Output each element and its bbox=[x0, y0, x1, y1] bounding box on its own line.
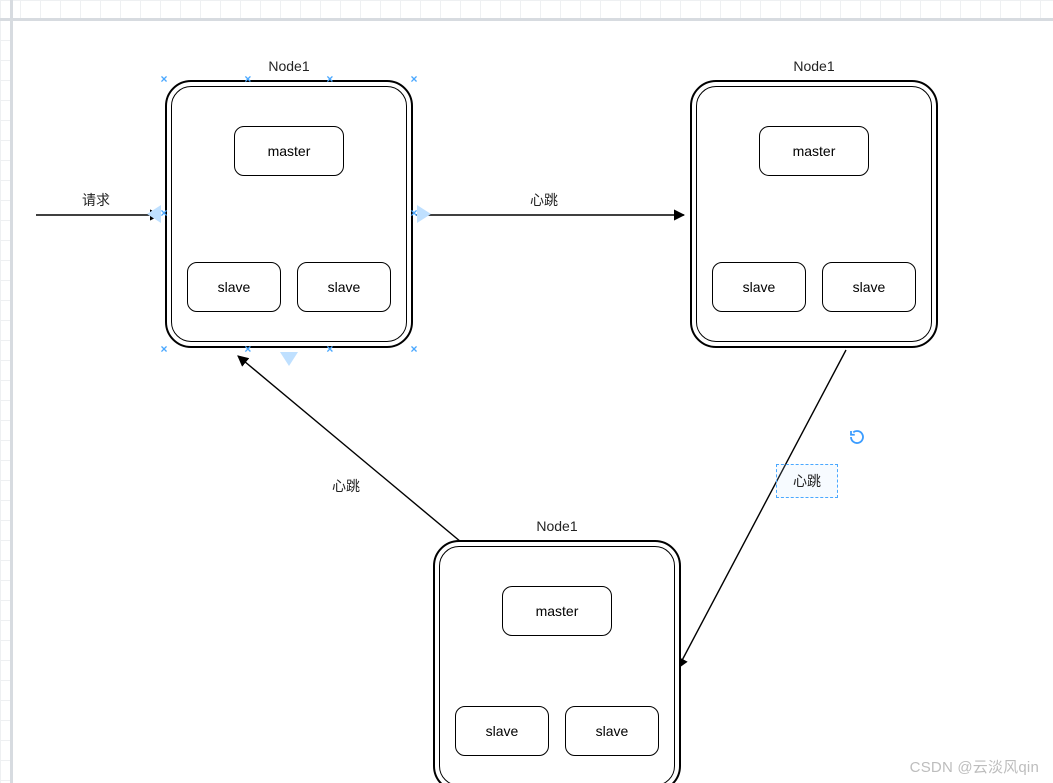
node-2[interactable]: Node1 master slave slave bbox=[690, 80, 938, 348]
node-2-title: Node1 bbox=[692, 58, 936, 74]
node-3[interactable]: Node1 master slave slave bbox=[433, 540, 681, 783]
edge-heartbeat-1-2-label[interactable]: 心跳 bbox=[530, 190, 558, 210]
node-2-slave-right[interactable]: slave bbox=[822, 262, 916, 312]
node-3-title: Node1 bbox=[435, 518, 679, 534]
node-1-slave-right[interactable]: slave bbox=[297, 262, 391, 312]
node-1-master[interactable]: master bbox=[234, 126, 344, 176]
edge-heartbeat-3-1-label[interactable]: 心跳 bbox=[332, 476, 360, 496]
resize-arrow-left-icon[interactable] bbox=[147, 205, 161, 223]
rotate-handle-icon[interactable] bbox=[848, 428, 866, 446]
edge-heartbeat-2-3-selection[interactable]: 心跳 bbox=[776, 464, 838, 498]
edge-request-label[interactable]: 请求 bbox=[82, 190, 110, 210]
resize-arrow-right-icon[interactable] bbox=[417, 205, 431, 223]
node-3-slave-right[interactable]: slave bbox=[565, 706, 659, 756]
watermark: CSDN @云淡风qin bbox=[910, 756, 1039, 777]
node-1-title: Node1 bbox=[167, 58, 411, 74]
node-3-slave-left[interactable]: slave bbox=[455, 706, 549, 756]
page-edge-left bbox=[10, 0, 13, 783]
page-edge-top bbox=[0, 18, 1053, 21]
node-1-slave-left[interactable]: slave bbox=[187, 262, 281, 312]
resize-arrow-down-icon[interactable] bbox=[280, 352, 298, 366]
node-3-master[interactable]: master bbox=[502, 586, 612, 636]
edge-heartbeat-2-3-label[interactable]: 心跳 bbox=[793, 471, 821, 491]
node-2-slave-left[interactable]: slave bbox=[712, 262, 806, 312]
node-1[interactable]: Node1 master slave slave bbox=[165, 80, 413, 348]
node-2-master[interactable]: master bbox=[759, 126, 869, 176]
